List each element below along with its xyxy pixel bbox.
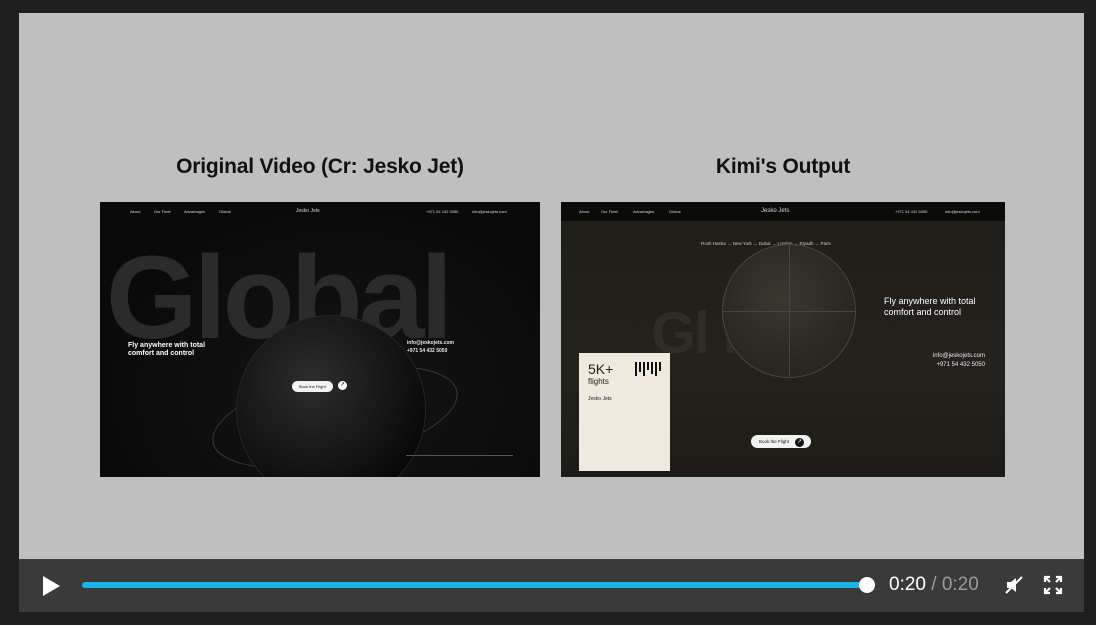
contact-phone: +971 54 432 5050 xyxy=(406,347,448,354)
time-separator: / xyxy=(931,574,937,595)
nav-email: info@jeskojets.com xyxy=(472,209,507,214)
nav-global: Global xyxy=(669,209,681,214)
nav-about: About xyxy=(130,209,141,214)
right-panel-title: Kimi's Output xyxy=(715,155,851,178)
arrow-icon: ↗ xyxy=(338,381,347,390)
contact-phone: +971 54 432 5050 xyxy=(936,362,985,368)
time-display: 0:20 / 0:20 xyxy=(889,574,979,596)
arrow-icon: ↗ xyxy=(795,438,804,447)
contact-email: info@jeskojets.com xyxy=(406,340,454,346)
book-flight-button: Book the Flight xyxy=(292,381,333,392)
nav-advantages: Advantages xyxy=(184,209,206,214)
nav-about: About xyxy=(579,209,590,214)
original-video-frame: Global About Our Fleet Advantages Global… xyxy=(100,202,540,477)
left-panel-title: Original Video (Cr: Jesko Jet) xyxy=(176,155,464,178)
hero-headline: Fly anywhere with total comfort and cont… xyxy=(128,342,206,357)
site-nav: About Our Fleet Advantages Global Jesko … xyxy=(100,202,540,222)
video-player: Original Video (Cr: Jesko Jet) Kimi's Ou… xyxy=(0,0,1096,625)
footer-divider xyxy=(406,455,513,456)
contact-email: info@jeskojets.com xyxy=(932,353,985,359)
nav-brand: Jesko Jets xyxy=(761,208,790,214)
nav-phone: +971 54 432 5050 xyxy=(895,209,928,214)
route-cities: Rosh Hasha → New York → Dubai → London →… xyxy=(701,241,831,246)
site-nav: About Our Fleet Advantages Global Jesko … xyxy=(561,202,1005,221)
seek-handle[interactable] xyxy=(859,577,875,593)
barcode-icon xyxy=(635,362,661,376)
card-brand: Jesko Jets xyxy=(588,396,612,402)
hero-contact: info@jeskojets.com +971 54 432 5050 xyxy=(407,340,454,355)
nav-brand: Jesko Jets xyxy=(296,208,320,214)
hero-headline: Fly anywhere with total comfort and cont… xyxy=(884,296,976,317)
nav-global: Global xyxy=(219,209,231,214)
nav-fleet: Our Fleet xyxy=(601,209,618,214)
nav-advantages: Advantages xyxy=(633,209,655,214)
nav-phone: +971 54 432 5050 xyxy=(426,209,459,214)
card-unit: flights xyxy=(588,377,609,386)
duration: 0:20 xyxy=(941,574,979,595)
nav-fleet: Our Fleet xyxy=(154,209,171,214)
stats-card: 5K+ flights Jesko Jets xyxy=(579,353,670,471)
player-controls: 0:20 / 0:20 xyxy=(19,559,1084,612)
fullscreen-icon[interactable] xyxy=(1043,575,1063,595)
seek-bar[interactable] xyxy=(82,577,875,593)
nav-email: info@jeskojets.com xyxy=(945,209,980,214)
current-time: 0:20 xyxy=(889,574,926,595)
kimi-output-frame: About Our Fleet Advantages Global Jesko … xyxy=(561,202,1005,477)
play-icon[interactable] xyxy=(43,576,60,596)
seek-progress xyxy=(82,582,867,588)
video-stage[interactable]: Original Video (Cr: Jesko Jet) Kimi's Ou… xyxy=(19,13,1084,559)
globe-image xyxy=(722,244,856,378)
mute-icon[interactable] xyxy=(1004,575,1024,595)
hero-contact: info@jeskojets.com +971 54 432 5050 xyxy=(933,352,985,370)
